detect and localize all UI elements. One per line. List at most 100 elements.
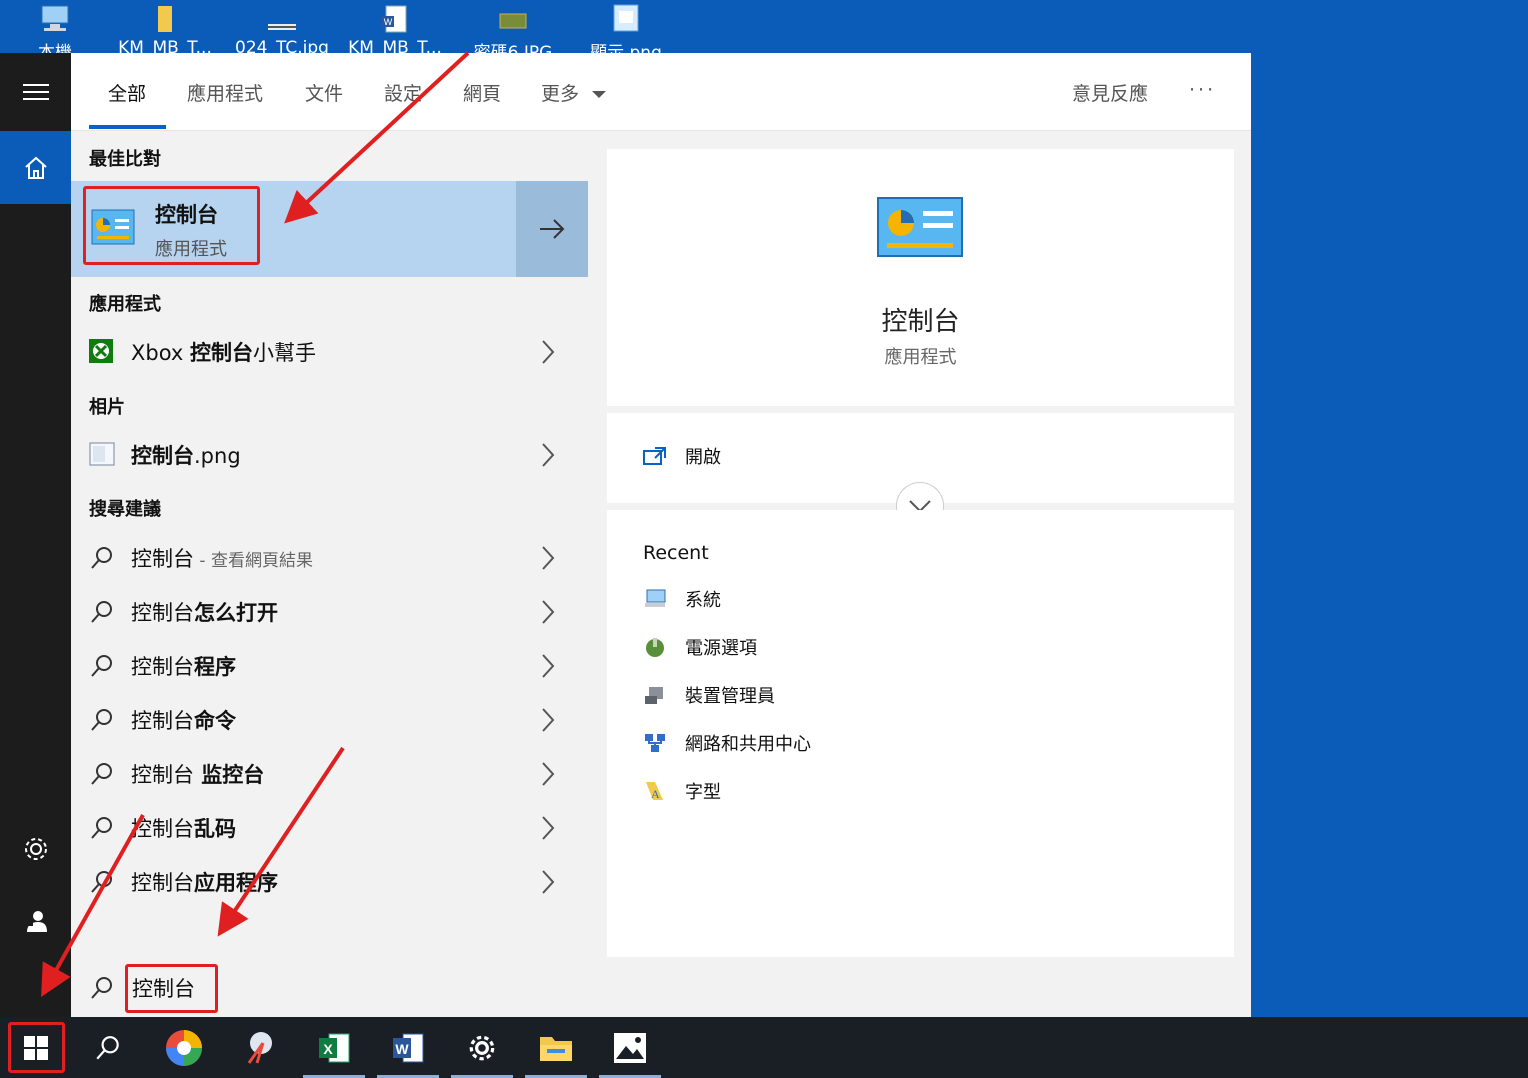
recent-item[interactable]: A 字型 bbox=[643, 778, 721, 804]
recent-item[interactable]: 網路和共用中心 bbox=[643, 730, 811, 756]
home-button[interactable] bbox=[0, 131, 71, 204]
image-file-icon bbox=[499, 13, 527, 29]
word-doc-icon: W bbox=[382, 5, 407, 33]
tab-documents[interactable]: 文件 bbox=[305, 79, 343, 106]
colorful-circle-icon bbox=[166, 1029, 202, 1066]
preview-pane: 控制台 應用程式 開啟 Recent 系統 電源選項 裝置管理員 網路和共用中心… bbox=[607, 149, 1234, 957]
search-icon bbox=[91, 977, 112, 999]
search-icon bbox=[91, 709, 112, 731]
search-icon bbox=[96, 1035, 119, 1059]
taskbar: X W bbox=[0, 1017, 1528, 1078]
suggestion-item[interactable]: 控制台乱码 bbox=[71, 801, 588, 855]
recent-item[interactable]: 電源選項 bbox=[643, 634, 757, 660]
chevron-right-icon bbox=[542, 654, 555, 678]
svg-text:X: X bbox=[323, 1041, 333, 1057]
network-icon bbox=[645, 734, 665, 752]
arrow-right-icon bbox=[540, 219, 565, 239]
preview-subtitle: 應用程式 bbox=[884, 347, 957, 368]
word-icon: W bbox=[393, 1033, 424, 1062]
desktop-icon-folder-2[interactable]: W KM_MB_T... bbox=[345, 0, 445, 58]
home-icon bbox=[24, 156, 47, 179]
chevron-right-icon bbox=[542, 816, 555, 840]
recent-item[interactable]: 系統 bbox=[643, 586, 721, 612]
computer-icon bbox=[41, 5, 69, 31]
annotation-box-search-input bbox=[125, 964, 218, 1013]
chevron-right-icon bbox=[542, 546, 555, 570]
image-file-icon bbox=[268, 24, 296, 30]
tab-apps[interactable]: 應用程式 bbox=[187, 79, 263, 106]
annotation-box-best-match bbox=[83, 186, 260, 265]
device-manager-icon bbox=[645, 687, 663, 704]
folder-icon bbox=[158, 6, 172, 32]
chevron-right-icon bbox=[542, 870, 555, 894]
tab-settings[interactable]: 設定 bbox=[384, 79, 422, 106]
power-options-icon bbox=[646, 638, 664, 657]
gear-icon bbox=[24, 838, 47, 860]
desktop-icon-image-1[interactable]: 024_TC.jpg bbox=[232, 0, 332, 58]
tab-more[interactable]: 更多 bbox=[541, 79, 607, 106]
tab-web[interactable]: 網頁 bbox=[463, 79, 501, 106]
more-options-button[interactable]: ··· bbox=[1189, 79, 1216, 101]
chevron-right-icon bbox=[542, 443, 555, 467]
recent-item[interactable]: 裝置管理員 bbox=[643, 682, 775, 708]
account-button[interactable] bbox=[0, 891, 71, 951]
photos-icon bbox=[614, 1032, 646, 1063]
start-rail bbox=[0, 53, 71, 1017]
svg-text:A: A bbox=[651, 787, 660, 801]
chevron-right-icon bbox=[542, 762, 555, 786]
control-panel-icon bbox=[877, 197, 963, 257]
result-photo[interactable]: 控制台.png bbox=[71, 428, 588, 482]
svg-text:W: W bbox=[384, 17, 393, 27]
settings-button[interactable] bbox=[0, 819, 71, 879]
filter-bar: 全部 應用程式 文件 設定 網頁 更多 意見反應 ··· bbox=[71, 53, 1251, 131]
hamburger-icon bbox=[22, 84, 49, 100]
taskbar-app-settings[interactable] bbox=[446, 1017, 518, 1078]
feedback-link[interactable]: 意見反應 bbox=[1072, 79, 1148, 106]
caret-down-icon bbox=[592, 91, 607, 98]
suggestion-item[interactable]: 控制台应用程序 bbox=[71, 855, 588, 909]
taskbar-app-excel[interactable]: X bbox=[298, 1017, 370, 1078]
section-apps: 應用程式 bbox=[89, 294, 161, 315]
annotation-box-start-button bbox=[8, 1022, 65, 1073]
taskbar-app-snip[interactable] bbox=[224, 1017, 296, 1078]
recent-header: Recent bbox=[643, 542, 709, 564]
suggestion-item[interactable]: 控制台 - 查看網頁結果 bbox=[71, 531, 588, 585]
snipping-tool-icon bbox=[247, 1031, 272, 1064]
svg-text:W: W bbox=[395, 1041, 409, 1057]
result-xbox[interactable]: Xbox 控制台小幫手 bbox=[71, 325, 588, 379]
search-icon bbox=[91, 547, 112, 569]
active-tab-indicator bbox=[89, 125, 166, 129]
folder-icon bbox=[540, 1036, 572, 1061]
taskbar-app-word[interactable]: W bbox=[372, 1017, 444, 1078]
image-file-icon bbox=[89, 442, 115, 466]
preview-title: 控制台 bbox=[881, 307, 960, 337]
best-match-expand-button[interactable] bbox=[516, 181, 588, 277]
suggestion-item[interactable]: 控制台 监控台 bbox=[71, 747, 588, 801]
taskbar-search-button[interactable] bbox=[72, 1017, 144, 1078]
search-bar: 控制台 bbox=[71, 957, 1251, 1017]
suggestion-item[interactable]: 控制台程序 bbox=[71, 639, 588, 693]
section-best-match: 最佳比對 bbox=[89, 149, 161, 170]
taskbar-app-browser[interactable] bbox=[148, 1017, 220, 1078]
recent-section: Recent 系統 電源選項 裝置管理員 網路和共用中心 A 字型 bbox=[607, 510, 1234, 957]
tab-all[interactable]: 全部 bbox=[108, 79, 146, 106]
chevron-right-icon bbox=[542, 340, 555, 364]
open-icon bbox=[643, 447, 666, 465]
search-icon bbox=[91, 763, 112, 785]
preview-header: 控制台 應用程式 bbox=[607, 149, 1234, 406]
open-action[interactable]: 開啟 bbox=[643, 443, 721, 469]
taskbar-app-explorer[interactable] bbox=[520, 1017, 592, 1078]
search-icon bbox=[91, 655, 112, 677]
taskbar-app-photos[interactable] bbox=[594, 1017, 666, 1078]
search-icon bbox=[91, 871, 112, 893]
suggestion-item[interactable]: 控制台怎么打开 bbox=[71, 585, 588, 639]
desktop-icon-folder-1[interactable]: KM_MB_T... bbox=[115, 0, 215, 58]
excel-icon: X bbox=[319, 1033, 350, 1062]
section-suggestions: 搜尋建議 bbox=[89, 499, 161, 520]
menu-button[interactable] bbox=[0, 53, 71, 131]
gear-icon bbox=[469, 1035, 495, 1060]
search-icon bbox=[91, 817, 112, 839]
xbox-icon bbox=[89, 339, 113, 363]
suggestion-item[interactable]: 控制台命令 bbox=[71, 693, 588, 747]
chevron-right-icon bbox=[542, 600, 555, 624]
